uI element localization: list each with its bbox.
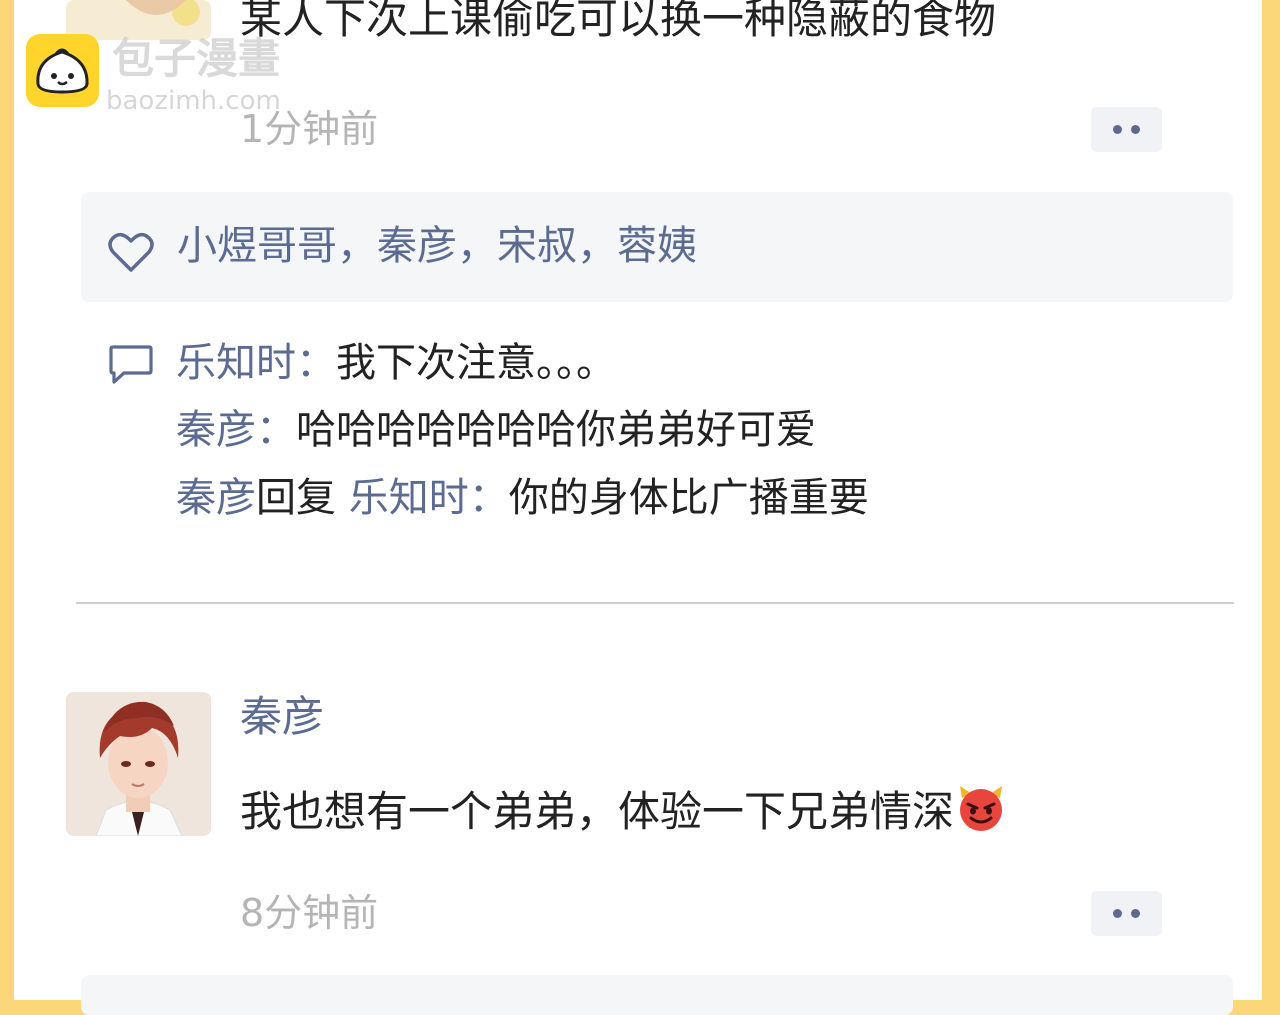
comment-text: 我下次注意。。。 — [336, 340, 616, 386]
comment-separator: ： — [296, 340, 336, 386]
likes-list[interactable]: 小煜哥哥，秦彦，宋叔，蓉姨 — [177, 226, 697, 266]
reply-word: 回复 — [256, 475, 336, 521]
comment-row[interactable]: 秦彦回复 乐知时：你的身体比广播重要 — [176, 478, 869, 518]
more-dots-icon — [1113, 909, 1122, 918]
heart-icon[interactable] — [107, 230, 155, 278]
comment-row[interactable]: 乐知时：我下次注意。。。 — [176, 343, 616, 383]
devil-emoji-icon — [956, 784, 1006, 839]
comment-author[interactable]: 秦彦 — [176, 407, 256, 453]
likes-panel: 小煜哥哥，秦彦，宋叔，蓉姨 — [81, 192, 1233, 302]
reply-target[interactable]: 乐知时 — [349, 475, 469, 521]
comment-separator: ： — [256, 407, 296, 453]
comment-row[interactable]: 秦彦：哈哈哈哈哈哈哈你弟弟好可爱 — [176, 410, 816, 450]
comment-author[interactable]: 乐知时 — [176, 340, 296, 386]
post2-time: 8分钟前 — [240, 891, 379, 935]
likes-panel-post2 — [81, 975, 1233, 1015]
comment-separator: ： — [468, 475, 509, 521]
more-dots-icon — [1131, 125, 1140, 134]
post2-text: 我也想有一个弟弟，体验一下兄弟情深 — [240, 787, 955, 836]
post2-author[interactable]: 秦彦 — [240, 696, 324, 738]
more-dots-icon — [1113, 125, 1122, 134]
post2-text-row: 我也想有一个弟弟，体验一下兄弟情深 — [240, 784, 1006, 839]
comment-text: 哈哈哈哈哈哈哈你弟弟好可爱 — [296, 407, 816, 453]
comment-author[interactable]: 秦彦 — [176, 475, 256, 521]
avatar-post2[interactable] — [66, 692, 211, 836]
post1-more-button[interactable] — [1091, 107, 1162, 152]
post-divider — [76, 602, 1234, 604]
post1-time: 1分钟前 — [240, 107, 379, 151]
more-dots-icon — [1131, 909, 1140, 918]
watermark-name: 包子漫畫 — [112, 34, 281, 83]
comment-text: 你的身体比广播重要 — [508, 475, 869, 521]
post1-text: 某人下次上课偷吃可以换一种隐蔽的食物 — [240, 0, 997, 43]
bun-logo-icon — [26, 34, 99, 107]
comment-icon[interactable] — [108, 343, 154, 389]
post2-more-button[interactable] — [1091, 891, 1162, 936]
